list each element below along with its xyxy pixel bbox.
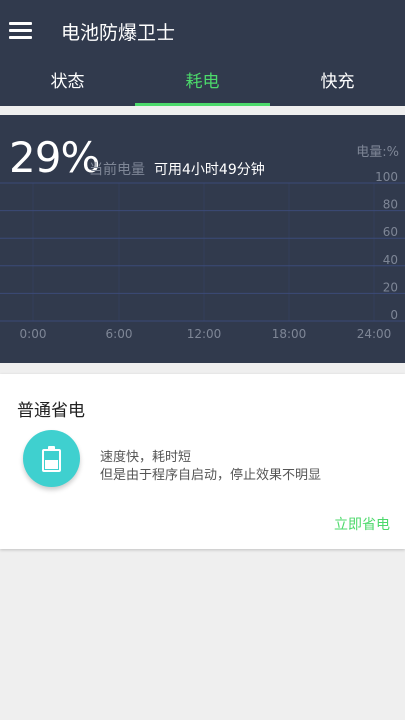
y-tick-label: 40 bbox=[383, 253, 398, 267]
save-now-button[interactable]: 立即省电 bbox=[334, 514, 390, 534]
tab-status[interactable]: 状态 bbox=[0, 62, 135, 106]
x-tick-label: 24:00 bbox=[357, 327, 392, 341]
card-description-line2: 但是由于程序自启动，停止效果不明显 bbox=[100, 468, 322, 483]
chart-unit-label: 电量:% bbox=[356, 145, 399, 160]
battery-icon bbox=[23, 430, 80, 487]
y-tick-label: 80 bbox=[383, 198, 398, 212]
menu-icon[interactable] bbox=[9, 22, 33, 40]
card-title: 普通省电 bbox=[17, 401, 85, 421]
battery-chart-card: 100 80 60 40 20 0 0:00 6:00 12:00 18:00 24:00 29% … bbox=[0, 115, 405, 363]
tab-fast-charge[interactable]: 快充 bbox=[270, 62, 405, 106]
y-tick-label: 100 bbox=[375, 170, 398, 184]
normal-saving-card: 普通省电 速度快，耗时短 但是由于程序自启动，停止效果不明显 立即省电 bbox=[0, 374, 405, 549]
x-tick-label: 12:00 bbox=[187, 327, 222, 341]
current-battery-label: 当前电量 bbox=[89, 162, 145, 178]
app-title: 电池防爆卫士 bbox=[61, 22, 176, 44]
x-tick-label: 6:00 bbox=[106, 327, 133, 341]
remaining-time: 可用4小时49分钟 bbox=[154, 162, 265, 178]
y-tick-label: 60 bbox=[383, 225, 398, 239]
x-tick-label: 18:00 bbox=[272, 327, 307, 341]
separator bbox=[0, 106, 405, 115]
battery-percent: 29% bbox=[9, 133, 100, 182]
x-tick-label: 0:00 bbox=[20, 327, 47, 341]
card-description-line1: 速度快，耗时短 bbox=[100, 450, 192, 465]
y-tick-label: 20 bbox=[383, 280, 398, 294]
tab-bar: 状态 耗电 快充 bbox=[0, 62, 405, 106]
y-tick-label: 0 bbox=[390, 308, 398, 322]
app-bar: 电池防爆卫士 bbox=[0, 0, 405, 62]
tab-consumption[interactable]: 耗电 bbox=[135, 62, 270, 106]
